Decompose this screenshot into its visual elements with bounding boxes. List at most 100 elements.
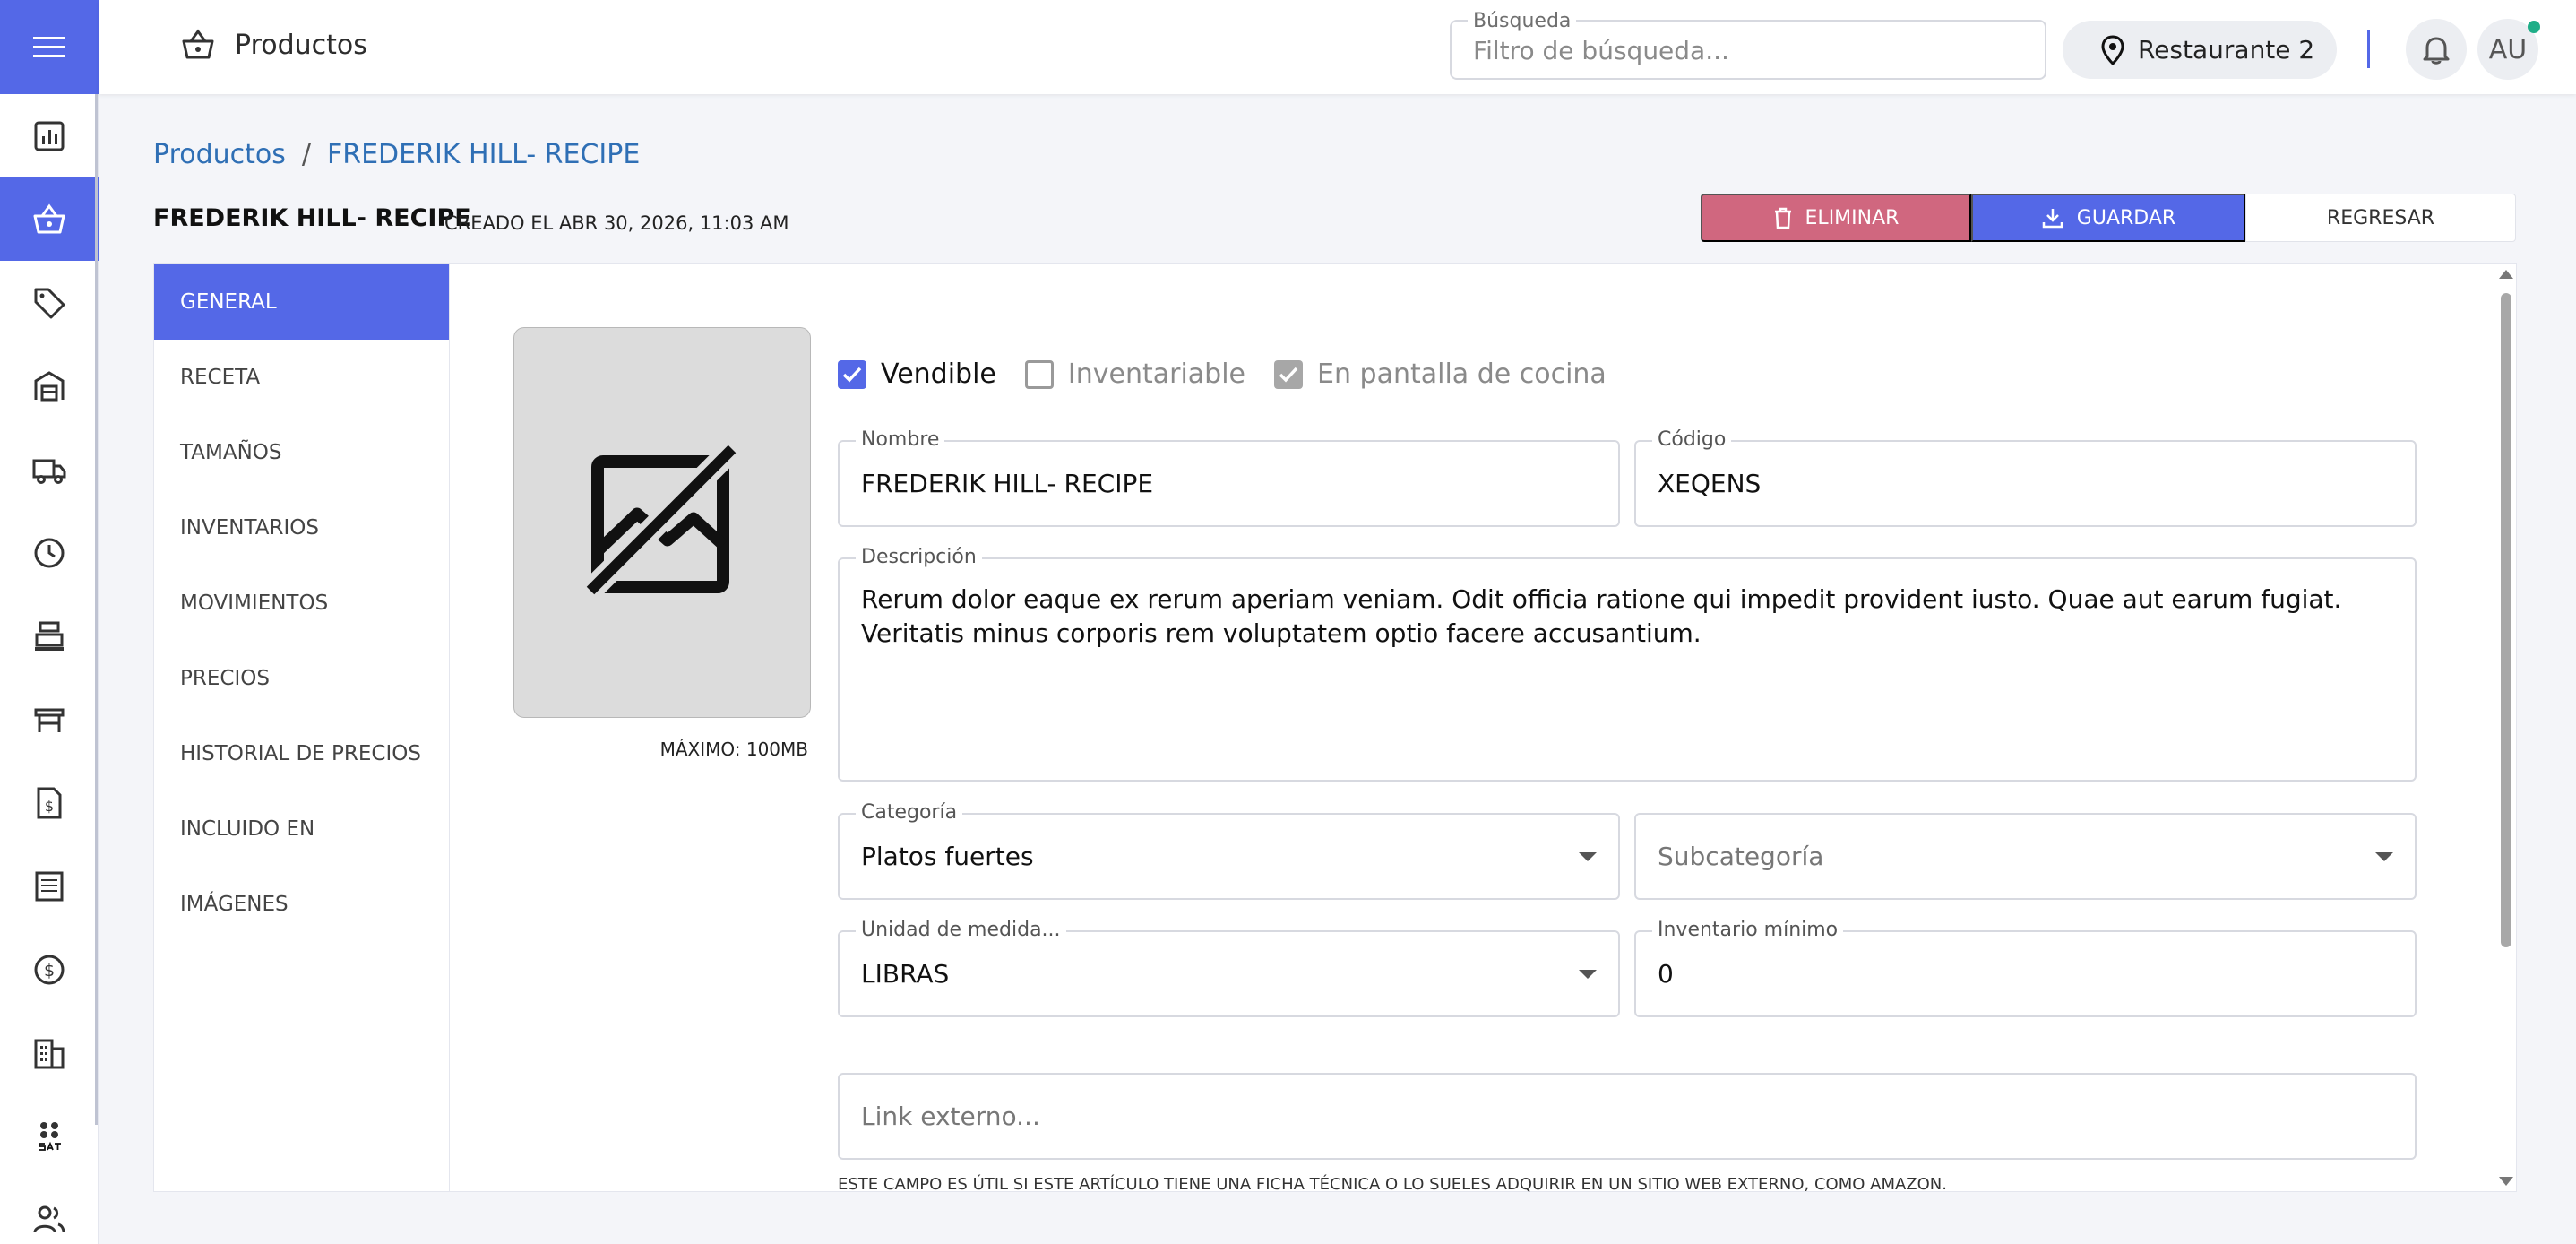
name-field[interactable]: Nombre FREDERIK HILL- RECIPE — [838, 428, 1620, 527]
sidebar-item-finance[interactable]: $ — [0, 928, 99, 1011]
sidebar-item-history[interactable] — [0, 511, 99, 594]
sidebar-scrollbar[interactable] — [95, 94, 98, 1125]
user-avatar[interactable]: AU — [2477, 19, 2540, 80]
category-select[interactable]: Categoría Platos fuertes — [838, 801, 1620, 900]
sidebar-item-warehouse[interactable] — [0, 344, 99, 428]
back-label: REGRESAR — [2326, 206, 2435, 229]
hamburger-icon — [33, 36, 65, 57]
dropdown-arrow-icon — [1579, 970, 1597, 979]
dropdown-arrow-icon — [2375, 852, 2393, 861]
tab-inventarios[interactable]: INVENTARIOS — [154, 490, 449, 566]
search-field[interactable]: Búsqueda — [1450, 10, 2046, 80]
tab-tamanos[interactable]: TAMAÑOS — [154, 415, 449, 490]
sidebar-item-products[interactable] — [0, 177, 99, 261]
product-image-upload[interactable] — [513, 327, 811, 718]
unit-label: Unidad de medida... — [856, 919, 1066, 941]
tab-movimientos[interactable]: MOVIMIENTOS — [154, 566, 449, 641]
sidebar-item-tables[interactable] — [0, 678, 99, 761]
sidebar-item-delivery[interactable] — [0, 428, 99, 511]
search-legend: Búsqueda — [1468, 10, 1577, 32]
delete-button[interactable]: ELIMINAR — [1701, 194, 1971, 242]
scroll-down-arrow-icon[interactable] — [2499, 1177, 2513, 1186]
description-field[interactable]: Descripción Rerum dolor eaque ex rerum a… — [838, 546, 2417, 782]
dropdown-arrow-icon — [1579, 852, 1597, 861]
scroll-up-arrow-icon[interactable] — [2499, 270, 2513, 279]
code-input[interactable]: XEQENS — [1658, 469, 1761, 498]
tab-general[interactable]: GENERAL — [154, 264, 449, 340]
save-label: GUARDAR — [2076, 206, 2176, 229]
sidebar-item-users[interactable] — [0, 1178, 99, 1244]
sidebar-item-pos[interactable] — [0, 594, 99, 678]
description-label: Descripción — [856, 546, 982, 568]
truck-icon — [32, 459, 66, 484]
breadcrumb-root-link[interactable]: Productos — [153, 139, 286, 170]
checkbox-group: Vendible Inventariable En pantalla de co… — [838, 359, 1635, 390]
breadcrumb-separator: / — [301, 139, 311, 170]
sidebar-item-sat[interactable] — [0, 1094, 99, 1178]
header-divider — [2367, 30, 2370, 68]
product-card: GENERAL RECETA TAMAÑOS INVENTARIOS MOVIM… — [153, 263, 2517, 1194]
code-field[interactable]: Código XEQENS — [1634, 428, 2417, 527]
location-selector[interactable]: Restaurante 2 — [2063, 21, 2337, 79]
cash-register-icon — [35, 621, 64, 651]
delete-label: ELIMINAR — [1805, 206, 1900, 229]
basket-icon — [33, 203, 65, 233]
unchecked-box-icon — [1024, 359, 1054, 389]
description-textarea[interactable]: Rerum dolor eaque ex rerum aperiam venia… — [861, 583, 2388, 651]
category-value: Platos fuertes — [861, 842, 1034, 871]
users-icon — [33, 1205, 65, 1232]
tab-incluido-en[interactable]: INCLUIDO EN — [154, 791, 449, 867]
search-input[interactable] — [1473, 36, 2011, 65]
sidebar-item-branches[interactable] — [0, 1011, 99, 1094]
subcategory-select[interactable]: Subcategoría — [1634, 813, 2417, 900]
vendible-checkbox[interactable]: Vendible — [838, 359, 996, 390]
basket-icon — [182, 29, 214, 59]
notifications-button[interactable] — [2406, 19, 2467, 80]
save-button[interactable]: GUARDAR — [1971, 194, 2245, 242]
min-inventory-field[interactable]: Inventario mínimo 0 — [1634, 919, 2417, 1017]
no-image-icon — [582, 442, 741, 601]
page-title: FREDERIK HILL- RECIPE — [153, 204, 471, 232]
breadcrumb-current[interactable]: FREDERIK HILL- RECIPE — [327, 139, 640, 170]
breadcrumb: Productos / FREDERIK HILL- RECIPE — [153, 139, 640, 170]
tag-icon — [34, 288, 65, 318]
scrollbar-thumb[interactable] — [2501, 293, 2511, 947]
created-date: CREADO EL ABR 30, 2026, 11:03 AM — [444, 212, 789, 234]
back-button[interactable]: REGRESAR — [2245, 194, 2516, 242]
download-icon — [2042, 209, 2063, 229]
vendible-label: Vendible — [881, 359, 996, 390]
kitchen-screen-label: En pantalla de cocina — [1317, 359, 1607, 390]
name-input[interactable]: FREDERIK HILL- RECIPE — [861, 469, 1153, 498]
min-inventory-input[interactable]: 0 — [1658, 959, 1674, 989]
external-link-field[interactable]: Link externo... — [838, 1073, 2417, 1160]
unit-select[interactable]: Unidad de medida... LIBRAS — [838, 919, 1620, 1017]
receipt-icon — [35, 871, 64, 901]
code-label: Código — [1652, 428, 1732, 451]
chart-icon — [34, 121, 65, 151]
name-label: Nombre — [856, 428, 945, 451]
check-icon — [1274, 359, 1304, 389]
svg-text:$: $ — [44, 961, 55, 981]
menu-button[interactable] — [0, 0, 99, 94]
warehouse-icon — [34, 370, 65, 401]
header-title-group: Productos — [179, 27, 367, 63]
check-icon — [838, 359, 866, 389]
sidebar-item-tags[interactable] — [0, 261, 99, 344]
sidebar-item-reports[interactable] — [0, 94, 99, 177]
inventariable-checkbox[interactable]: Inventariable — [1024, 359, 1245, 390]
topbar: Productos Búsqueda Restaurante 2 AU — [99, 0, 2576, 94]
content-scrollbar[interactable] — [2497, 264, 2515, 1191]
location-pin-icon — [2101, 34, 2124, 65]
category-label: Categoría — [856, 801, 963, 824]
tab-precios[interactable]: PRECIOS — [154, 641, 449, 716]
unit-value: LIBRAS — [861, 959, 950, 989]
tab-imagenes[interactable]: IMÁGENES — [154, 867, 449, 942]
sidebar-item-receipts[interactable] — [0, 844, 99, 928]
trash-icon — [1774, 207, 1791, 229]
kitchen-screen-checkbox[interactable]: En pantalla de cocina — [1274, 359, 1607, 390]
external-link-placeholder: Link externo... — [861, 1101, 1040, 1131]
bell-icon — [2423, 37, 2450, 65]
tab-historial-precios[interactable]: HISTORIAL DE PRECIOS — [154, 716, 449, 791]
sidebar-item-invoices[interactable]: $ — [0, 761, 99, 844]
tab-receta[interactable]: RECETA — [154, 340, 449, 415]
